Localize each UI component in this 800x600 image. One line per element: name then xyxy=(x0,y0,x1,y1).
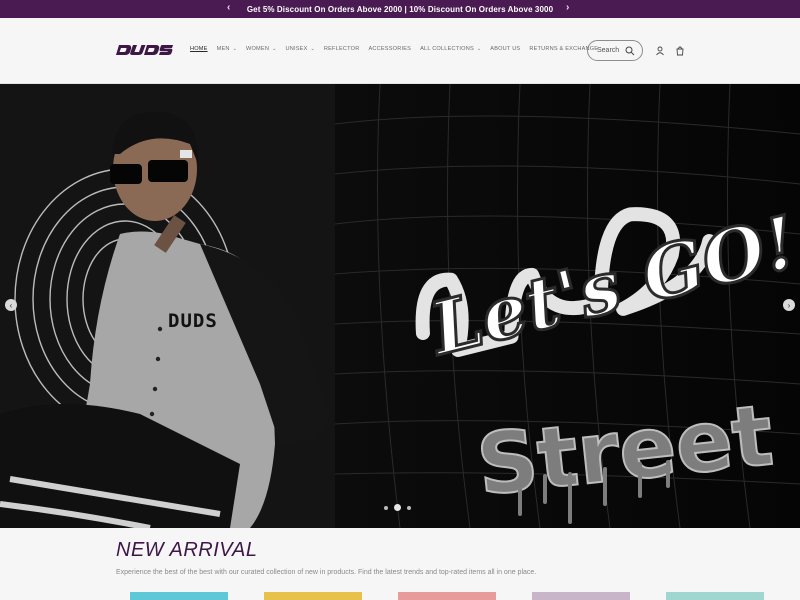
shirt-brand-text: DUDS xyxy=(168,310,218,332)
announcement-bar: ‹ Get 5% Discount On Orders Above 2000 |… xyxy=(0,0,800,18)
nav-all-collections[interactable]: ALL COLLECTIONS ⌄ xyxy=(420,46,481,52)
slider-prev-button[interactable]: ‹ xyxy=(5,299,17,311)
product-card[interactable] xyxy=(666,592,764,600)
search-placeholder: Search xyxy=(597,47,620,54)
product-card[interactable] xyxy=(264,592,362,600)
nav-men[interactable]: MEN ⌄ xyxy=(217,46,237,52)
slider-dot[interactable] xyxy=(407,505,411,510)
slider-next-button[interactable]: › xyxy=(783,299,795,311)
site-header: HOME MEN ⌄ WOMEN ⌄ UNISEX ⌄ REFLECTOR ACCES… xyxy=(0,18,800,84)
search-input[interactable]: Search xyxy=(587,40,643,61)
section-subtitle: Experience the best of the best with our… xyxy=(116,569,537,576)
chevron-down-icon: ⌄ xyxy=(272,46,277,52)
nav-reflector[interactable]: REFLECTOR xyxy=(324,46,360,52)
hero-banner[interactable]: Let's GO! Street DUDS ‹ › xyxy=(0,84,800,528)
search-icon[interactable] xyxy=(625,46,635,56)
nav-home[interactable]: HOME xyxy=(190,46,208,52)
hero-artwork: Let's GO! Street xyxy=(0,84,800,528)
account-icon[interactable] xyxy=(655,46,665,56)
slider-dot[interactable] xyxy=(384,505,388,510)
chevron-down-icon: ⌄ xyxy=(310,46,315,52)
product-card[interactable] xyxy=(130,592,228,600)
section-title: NEW ARRIVAL xyxy=(116,539,258,561)
nav-unisex[interactable]: UNISEX ⌄ xyxy=(285,46,314,52)
chevron-right-icon[interactable]: › xyxy=(566,2,569,13)
nav-about-us[interactable]: ABOUT US xyxy=(490,46,520,52)
new-arrival-section: NEW ARRIVAL Experience the best of the b… xyxy=(0,528,800,600)
nav-women[interactable]: WOMEN ⌄ xyxy=(246,46,276,52)
nav-accessories[interactable]: ACCESSORIES xyxy=(368,46,411,52)
chevron-down-icon: ⌄ xyxy=(232,46,238,52)
announcement-text: Get 5% Discount On Orders Above 2000 | 1… xyxy=(246,4,554,14)
slider-dots xyxy=(384,504,411,511)
cart-icon[interactable] xyxy=(675,46,685,56)
logo[interactable] xyxy=(116,44,174,56)
chevron-down-icon: ⌄ xyxy=(476,46,482,52)
main-nav: HOME MEN ⌄ WOMEN ⌄ UNISEX ⌄ REFLECTOR ACCES… xyxy=(190,46,607,52)
chevron-left-icon[interactable]: ‹ xyxy=(227,2,230,13)
slider-dot[interactable] xyxy=(394,504,401,511)
product-card[interactable] xyxy=(532,592,630,600)
product-card[interactable] xyxy=(398,592,496,600)
